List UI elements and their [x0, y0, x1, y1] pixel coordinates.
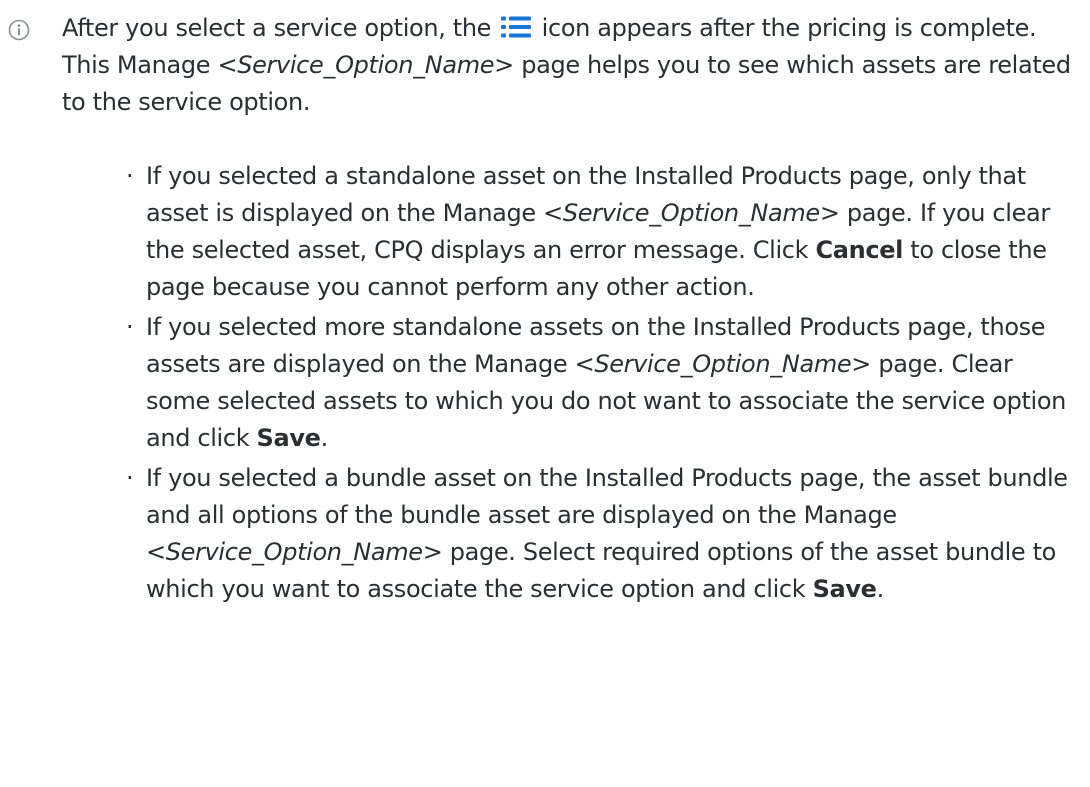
bullet-dot: ·	[126, 313, 134, 341]
bullet-dot: ·	[126, 464, 134, 492]
service-option-placeholder: <Service_Option_Name>	[543, 199, 840, 227]
list-item: · If you selected more standalone assets …	[126, 309, 1076, 457]
service-option-placeholder: <Service_Option_Name>	[217, 51, 514, 79]
bullet-text-3: .	[876, 575, 885, 603]
bullet-text-1: If you selected a bundle asset on the In…	[146, 464, 1068, 529]
list-icon	[501, 16, 532, 38]
service-option-placeholder: <Service_Option_Name>	[146, 538, 443, 566]
intro-paragraph: After you select a service option, the i…	[62, 10, 1077, 121]
info-circle-icon	[8, 19, 30, 41]
intro-text-1: After you select a service option, the	[62, 14, 492, 42]
intro-text-3: page helps you to see which assets are r…	[62, 51, 1071, 116]
list-item: · If you selected a bundle asset on the I…	[126, 460, 1076, 608]
save-label: Save	[256, 424, 321, 452]
bullet-list: · If you selected a standalone asset on t…	[126, 158, 1076, 611]
bullet-text-3: .	[320, 424, 329, 452]
bullet-dot: ·	[126, 162, 134, 190]
service-option-placeholder: <Service_Option_Name>	[574, 350, 872, 378]
list-item: · If you selected a standalone asset on t…	[126, 158, 1076, 306]
cancel-label: Cancel	[815, 236, 903, 264]
save-label: Save	[812, 575, 877, 603]
